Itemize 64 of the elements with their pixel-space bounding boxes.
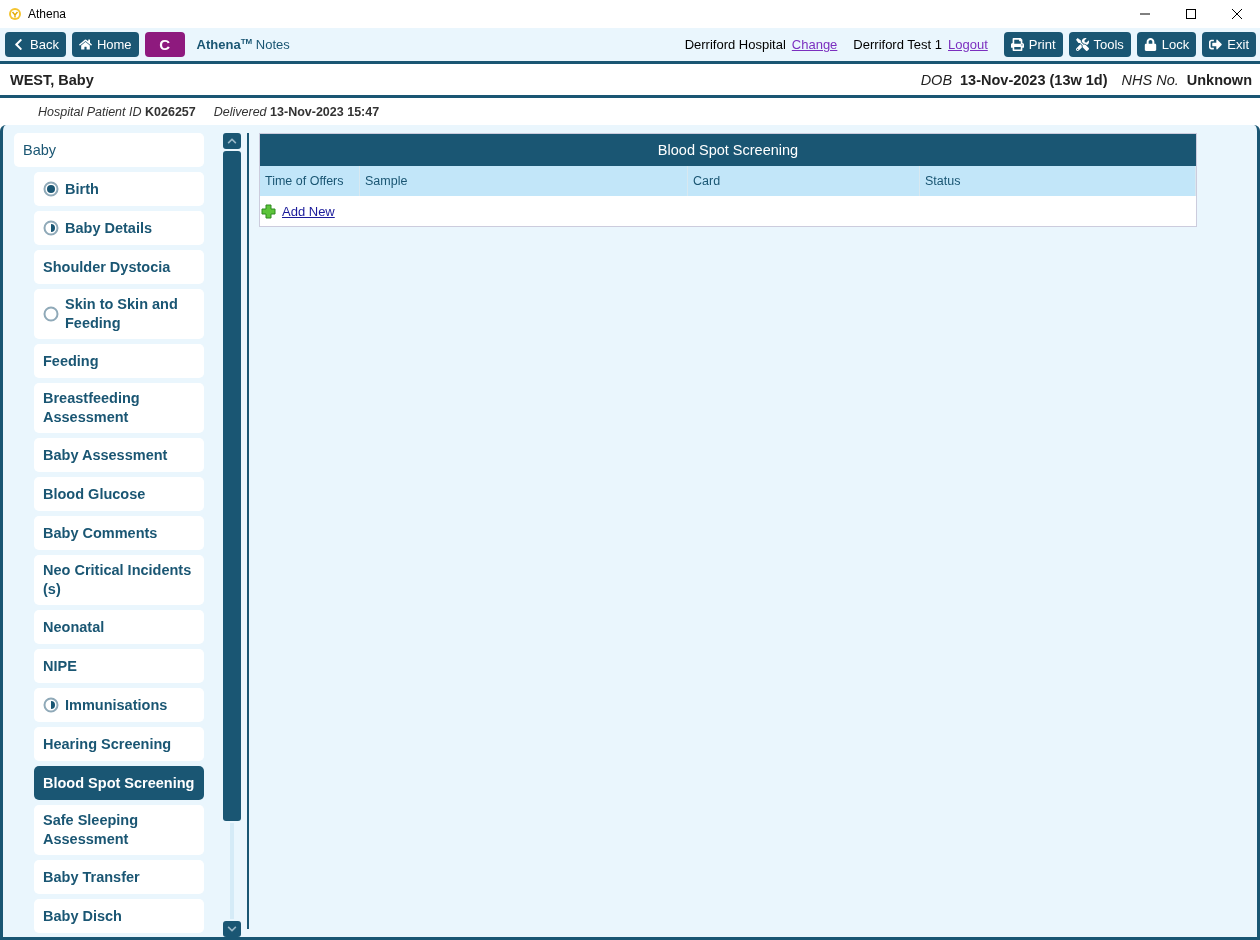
empty-circle-icon	[43, 306, 59, 322]
filled-circle-icon	[43, 181, 59, 197]
nav-item[interactable]: Baby	[14, 133, 204, 167]
nav-item[interactable]: Baby Details	[34, 211, 204, 245]
add-new-link[interactable]: Add New	[282, 203, 335, 219]
nav-item[interactable]: Baby Transfer	[34, 860, 204, 894]
nav-item[interactable]: NIPE	[34, 649, 204, 683]
printer-icon	[1010, 38, 1024, 51]
nav-item[interactable]: Skin to Skin and Feeding	[34, 289, 204, 339]
chevron-down-icon	[227, 924, 237, 934]
column-header: Sample	[360, 166, 688, 196]
exit-button[interactable]: Exit	[1202, 32, 1256, 57]
tools-icon	[1075, 38, 1089, 51]
print-button[interactable]: Print	[1003, 32, 1063, 57]
nav-item[interactable]: Safe Sleeping Assessment	[34, 805, 204, 855]
nav-item[interactable]: Neonatal	[34, 610, 204, 644]
home-icon	[78, 38, 92, 51]
nhs-label: NHS No.	[1121, 71, 1179, 88]
nav-item[interactable]: Breastfeeding Assessment	[34, 383, 204, 433]
dob-value: 13-Nov-2023 (13w 1d)	[960, 71, 1108, 88]
half-circle-icon	[43, 697, 59, 713]
nav-item[interactable]: Hearing Screening	[34, 727, 204, 761]
column-header: Status	[920, 166, 1196, 196]
nav-item[interactable]: Blood Glucose	[34, 477, 204, 511]
user-name: Derriford Test 1	[853, 37, 942, 52]
nhs-value: Unknown	[1186, 71, 1252, 88]
dob-label: DOB	[920, 71, 953, 88]
column-header: Time of Offers	[260, 166, 360, 196]
patient-name: WEST, Baby	[10, 71, 94, 88]
scroll-up-button[interactable]	[223, 133, 241, 149]
maximize-icon[interactable]	[1186, 9, 1196, 19]
half-circle-icon	[43, 220, 59, 236]
nav-item[interactable]: Baby Disch	[34, 899, 204, 933]
delivered-text: Delivered 13-Nov-2023 15:47	[213, 104, 380, 119]
nav-item[interactable]: Birth	[34, 172, 204, 206]
logout-link[interactable]: Logout	[948, 37, 988, 52]
nav-item[interactable]: Neo Critical Incidents (s)	[34, 555, 204, 605]
chevron-up-icon	[227, 136, 237, 146]
app-logo-icon	[8, 7, 22, 21]
window-title: Athena	[28, 7, 67, 21]
change-link[interactable]: Change	[791, 37, 838, 52]
tools-button[interactable]: Tools	[1068, 32, 1131, 57]
nav-item[interactable]: Shoulder Dystocia	[34, 250, 204, 284]
scroll-thumb[interactable]	[223, 151, 241, 821]
lock-button[interactable]: Lock	[1136, 32, 1197, 57]
nav-item[interactable]: Baby Comments	[34, 516, 204, 550]
home-button[interactable]: Home	[71, 32, 139, 57]
nav-item[interactable]: Blood Spot Screening	[34, 766, 204, 800]
close-icon[interactable]	[1232, 9, 1242, 19]
lock-icon	[1143, 38, 1157, 51]
app-name: Athena$^{TM}$ Notes	[196, 36, 290, 53]
nav-item[interactable]: Immunisations	[34, 688, 204, 722]
back-button[interactable]: Back	[5, 32, 66, 57]
table-title: Blood Spot Screening	[260, 134, 1196, 166]
nav-item[interactable]: Baby Assessment	[34, 438, 204, 472]
nav-item[interactable]: Feeding	[34, 344, 204, 378]
plus-icon	[261, 203, 276, 219]
hospital-name: Derriford Hospital	[684, 37, 786, 52]
patient-id-text: Hospital Patient ID K026257	[38, 104, 196, 119]
chevron-left-icon	[12, 38, 25, 51]
c-button[interactable]: C	[144, 32, 185, 57]
column-header: Card	[688, 166, 920, 196]
scroll-down-button[interactable]	[223, 921, 241, 937]
exit-icon	[1209, 38, 1223, 51]
